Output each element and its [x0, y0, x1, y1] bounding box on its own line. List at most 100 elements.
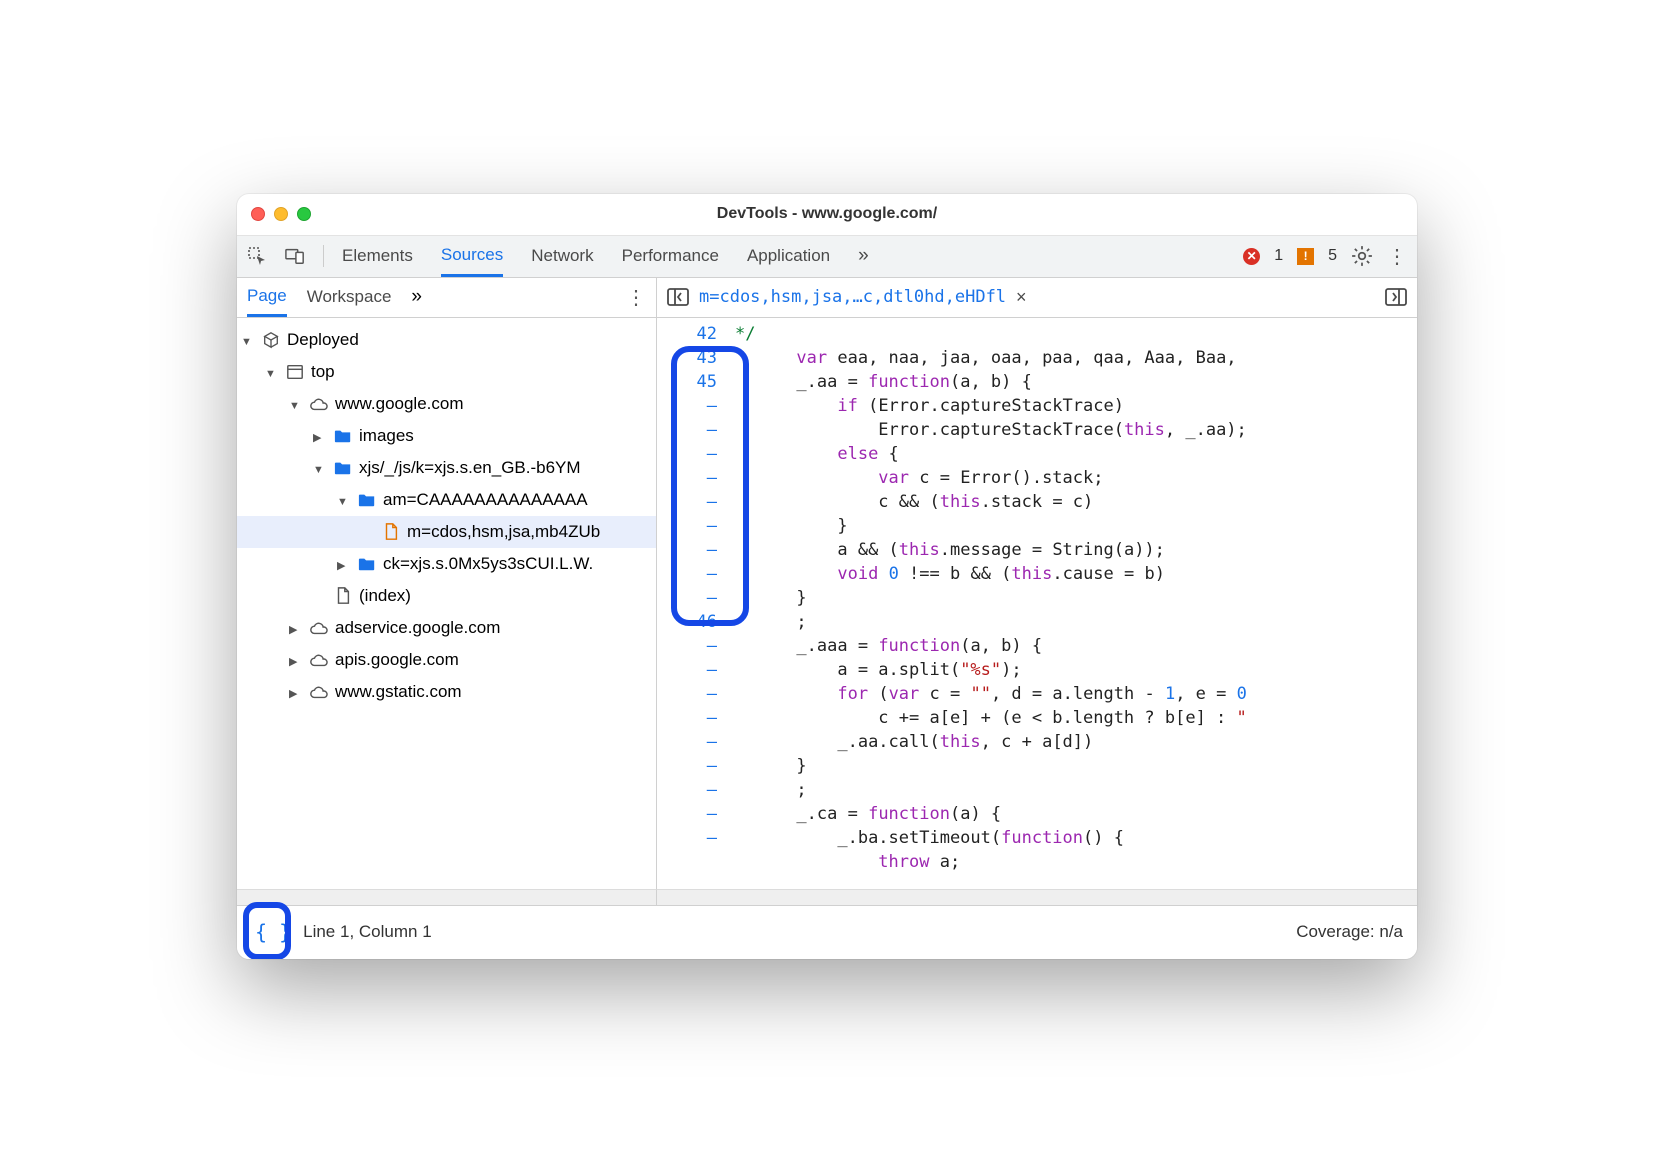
code-line[interactable]: _.aa.call(this, c + a[d]): [735, 730, 1409, 754]
tab-performance[interactable]: Performance: [622, 237, 719, 275]
code-line[interactable]: Error.captureStackTrace(this, _.aa);: [735, 418, 1409, 442]
file-tree[interactable]: Deployedtopwww.google.com images xjs/_/js/…: [237, 318, 657, 905]
tree-item[interactable]: xjs/_/js/k=xjs.s.en_GB.-b6YM: [237, 452, 656, 484]
line-number[interactable]: –: [657, 514, 717, 538]
tree-item[interactable]: top: [237, 356, 656, 388]
line-number[interactable]: 42: [657, 322, 717, 346]
toggle-debugger-icon[interactable]: [1385, 288, 1407, 306]
line-number[interactable]: –: [657, 586, 717, 610]
code-line[interactable]: a && (this.message = String(a));: [735, 538, 1409, 562]
code-line[interactable]: ;: [735, 610, 1409, 634]
tree-arrow-icon[interactable]: [265, 362, 279, 382]
tree-item[interactable]: images: [237, 420, 656, 452]
line-number[interactable]: –: [657, 826, 717, 850]
code-line[interactable]: _.aa = function(a, b) {: [735, 370, 1409, 394]
navigator-tab-page[interactable]: Page: [247, 278, 287, 317]
code-line[interactable]: */: [735, 322, 1409, 346]
tree-item[interactable]: ck=xjs.s.0Mx5ys3sCUI.L.W.: [237, 548, 656, 580]
code-line[interactable]: }: [735, 514, 1409, 538]
line-number[interactable]: –: [657, 634, 717, 658]
line-number[interactable]: –: [657, 490, 717, 514]
code-line[interactable]: c && (this.stack = c): [735, 490, 1409, 514]
warning-count[interactable]: 5: [1328, 247, 1337, 265]
zoom-window-button[interactable]: [297, 207, 311, 221]
open-file-tab[interactable]: m=cdos,hsm,jsa,…c,dtl0hd,eHDfl: [699, 287, 1006, 307]
code-line[interactable]: void 0 !== b && (this.cause = b): [735, 562, 1409, 586]
code-line[interactable]: }: [735, 754, 1409, 778]
line-number[interactable]: –: [657, 682, 717, 706]
file-js-icon: [381, 522, 401, 542]
error-count[interactable]: 1: [1274, 247, 1283, 265]
tab-network[interactable]: Network: [531, 237, 593, 275]
code-line[interactable]: else {: [735, 442, 1409, 466]
toggle-navigator-icon[interactable]: [667, 288, 689, 306]
navigator-overflow-icon[interactable]: »: [411, 286, 422, 308]
tree-item-label: images: [359, 426, 414, 446]
line-number[interactable]: 45: [657, 370, 717, 394]
line-number[interactable]: 46: [657, 610, 717, 634]
line-number[interactable]: –: [657, 562, 717, 586]
tree-arrow-icon[interactable]: [289, 682, 303, 702]
warning-badge-icon[interactable]: !: [1297, 248, 1314, 265]
code-view[interactable]: */ var eaa, naa, jaa, oaa, paa, qaa, Aaa…: [727, 318, 1417, 905]
inspect-element-icon[interactable]: [247, 246, 267, 266]
settings-gear-icon[interactable]: [1351, 245, 1373, 267]
tree-arrow-icon[interactable]: [241, 330, 255, 350]
line-number[interactable]: –: [657, 418, 717, 442]
editor-scrollbar[interactable]: [657, 889, 1417, 905]
tree-item[interactable]: (index): [237, 580, 656, 612]
line-number[interactable]: –: [657, 802, 717, 826]
tree-arrow-icon[interactable]: [313, 458, 327, 478]
code-line[interactable]: var eaa, naa, jaa, oaa, paa, qaa, Aaa, B…: [735, 346, 1409, 370]
code-line[interactable]: for (var c = "", d = a.length - 1, e = 0: [735, 682, 1409, 706]
more-menu-icon[interactable]: ⋮: [1387, 244, 1407, 269]
tree-item[interactable]: adservice.google.com: [237, 612, 656, 644]
line-number[interactable]: –: [657, 466, 717, 490]
code-line[interactable]: _.ba.setTimeout(function() {: [735, 826, 1409, 850]
code-line[interactable]: }: [735, 586, 1409, 610]
error-badge-icon[interactable]: ✕: [1243, 248, 1260, 265]
code-line[interactable]: var c = Error().stack;: [735, 466, 1409, 490]
line-number[interactable]: –: [657, 754, 717, 778]
tree-item[interactable]: www.gstatic.com: [237, 676, 656, 708]
tab-application[interactable]: Application: [747, 237, 830, 275]
tree-arrow-icon[interactable]: [337, 554, 351, 574]
tree-arrow-icon[interactable]: [337, 490, 351, 510]
tree-arrow-icon[interactable]: [313, 426, 327, 446]
tree-item[interactable]: m=cdos,hsm,jsa,mb4ZUb: [237, 516, 656, 548]
minimize-window-button[interactable]: [274, 207, 288, 221]
device-toolbar-icon[interactable]: [285, 246, 305, 266]
tab-elements[interactable]: Elements: [342, 237, 413, 275]
code-line[interactable]: if (Error.captureStackTrace): [735, 394, 1409, 418]
code-line[interactable]: _.aaa = function(a, b) {: [735, 634, 1409, 658]
code-line[interactable]: ;: [735, 778, 1409, 802]
line-number[interactable]: –: [657, 394, 717, 418]
tree-item[interactable]: apis.google.com: [237, 644, 656, 676]
line-number[interactable]: –: [657, 706, 717, 730]
code-line[interactable]: a = a.split("%s");: [735, 658, 1409, 682]
code-line[interactable]: c += a[e] + (e < b.length ? b[e] : ": [735, 706, 1409, 730]
line-number[interactable]: –: [657, 778, 717, 802]
code-line[interactable]: _.ca = function(a) {: [735, 802, 1409, 826]
navigator-tab-workspace[interactable]: Workspace: [307, 279, 392, 315]
tabs-overflow-icon[interactable]: »: [858, 245, 869, 267]
tree-arrow-icon[interactable]: [289, 650, 303, 670]
line-number[interactable]: –: [657, 538, 717, 562]
close-tab-icon[interactable]: ×: [1016, 287, 1027, 308]
line-gutter[interactable]: 424345–––––––––46–––––––––: [657, 318, 727, 905]
line-number[interactable]: –: [657, 442, 717, 466]
tree-arrow-icon[interactable]: [289, 394, 303, 414]
tree-scrollbar[interactable]: [237, 889, 657, 905]
line-number[interactable]: 43: [657, 346, 717, 370]
code-line[interactable]: throw a;: [735, 850, 1409, 874]
tree-arrow-icon[interactable]: [289, 618, 303, 638]
tab-sources[interactable]: Sources: [441, 236, 503, 277]
line-number[interactable]: –: [657, 730, 717, 754]
tree-item[interactable]: Deployed: [237, 324, 656, 356]
close-window-button[interactable]: [251, 207, 265, 221]
navigator-more-icon[interactable]: ⋮: [626, 285, 646, 310]
tree-item[interactable]: am=CAAAAAAAAAAAAAA: [237, 484, 656, 516]
pretty-print-button[interactable]: { }: [255, 920, 291, 944]
tree-item[interactable]: www.google.com: [237, 388, 656, 420]
line-number[interactable]: –: [657, 658, 717, 682]
